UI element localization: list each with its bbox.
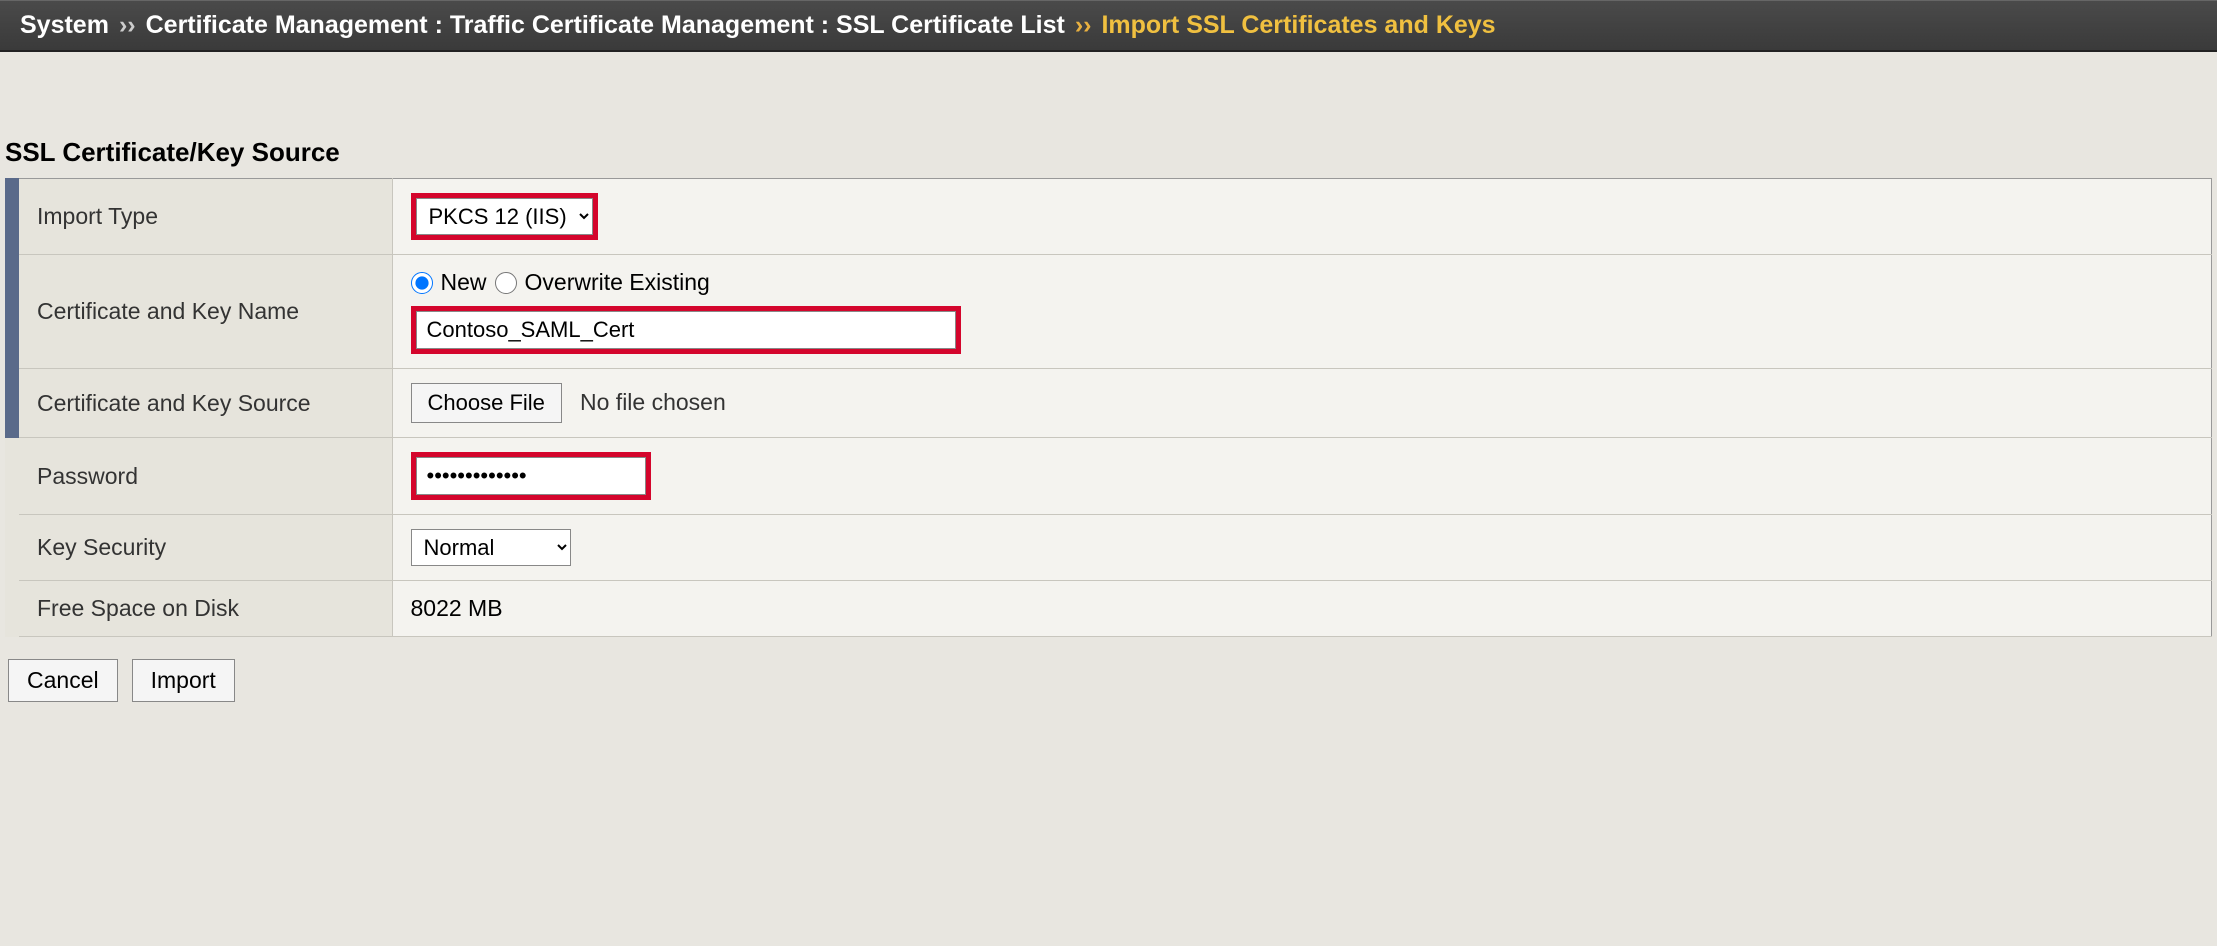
radio-new-label: New <box>441 269 487 296</box>
cancel-button[interactable]: Cancel <box>8 659 118 702</box>
label-free-space: Free Space on Disk <box>12 581 392 637</box>
import-type-select[interactable]: PKCS 12 (IIS) <box>416 198 593 235</box>
cert-key-name-input[interactable] <box>416 311 956 349</box>
label-import-type: Import Type <box>12 179 392 255</box>
password-input[interactable] <box>416 457 646 495</box>
button-row: Cancel Import <box>0 637 2217 724</box>
radio-overwrite[interactable] <box>495 272 517 294</box>
key-security-select[interactable]: Normal <box>411 529 571 566</box>
label-cert-key-name: Certificate and Key Name <box>12 255 392 369</box>
section-title: SSL Certificate/Key Source <box>0 52 2217 178</box>
breadcrumb-current: Import SSL Certificates and Keys <box>1101 11 1495 40</box>
radio-new[interactable] <box>411 272 433 294</box>
highlight-password <box>411 452 651 500</box>
breadcrumb-item-system[interactable]: System <box>20 11 109 40</box>
import-button[interactable]: Import <box>132 659 235 702</box>
file-chosen-status: No file chosen <box>580 389 726 415</box>
label-password: Password <box>12 438 392 515</box>
form-table: Import Type PKCS 12 (IIS) Certificate an… <box>5 178 2212 637</box>
free-space-value: 8022 MB <box>411 595 503 621</box>
radio-overwrite-label: Overwrite Existing <box>525 269 710 296</box>
highlight-import-type: PKCS 12 (IIS) <box>411 193 598 240</box>
breadcrumb-separator: ›› <box>119 11 136 40</box>
label-key-security: Key Security <box>12 515 392 581</box>
highlight-cert-name <box>411 306 961 354</box>
breadcrumb: System ›› Certificate Management : Traff… <box>0 0 2217 52</box>
choose-file-button[interactable]: Choose File <box>411 383 562 423</box>
label-cert-key-source: Certificate and Key Source <box>12 369 392 438</box>
breadcrumb-item-cert-mgmt[interactable]: Certificate Management : Traffic Certifi… <box>146 11 1065 40</box>
breadcrumb-separator: ›› <box>1075 11 1092 40</box>
